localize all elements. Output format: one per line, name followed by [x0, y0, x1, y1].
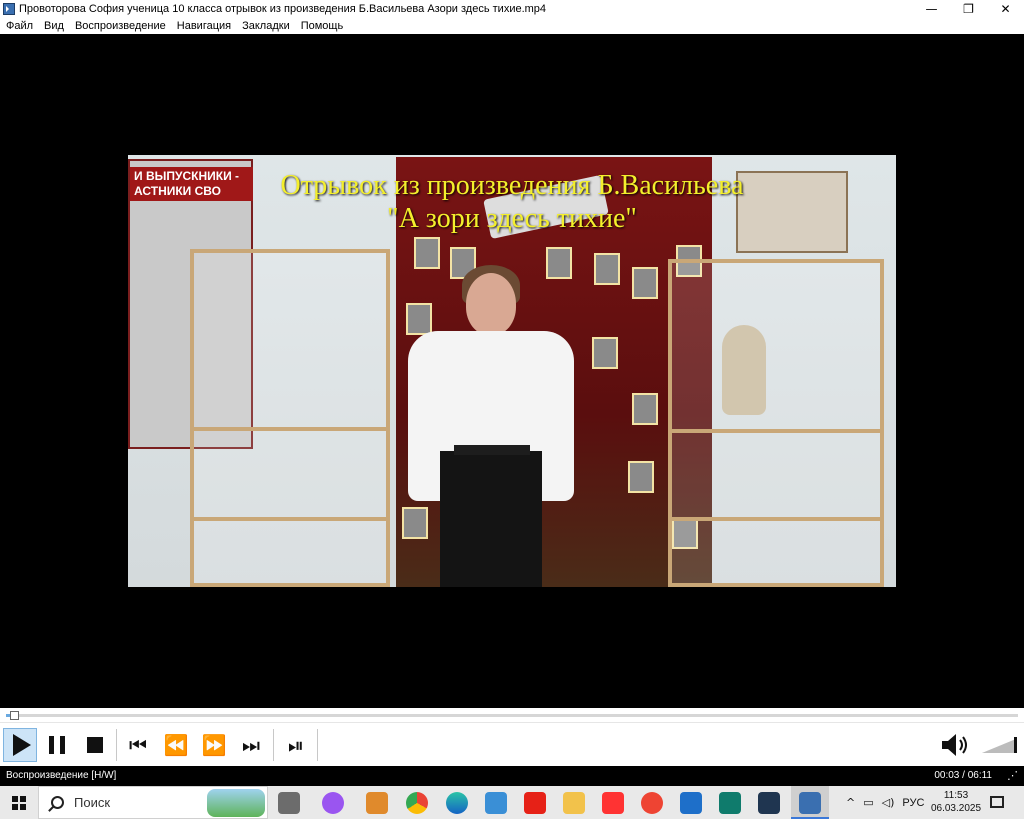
next-button[interactable]: ⏭	[234, 728, 268, 762]
video-subtitle: Отрывок из произведения Б.Васильева "А з…	[128, 169, 896, 235]
skip-back-icon: ⏮	[129, 733, 147, 757]
search-icon	[51, 796, 64, 809]
close-button[interactable]: ✕	[987, 0, 1024, 18]
menu-navigation[interactable]: Навигация	[177, 20, 231, 32]
playback-controls: ⏮ ⏪ ⏩ ⏭ ⏯	[0, 722, 1024, 766]
subtitle-line-2: "А зори здесь тихие"	[387, 203, 637, 234]
menu-view[interactable]: Вид	[44, 20, 64, 32]
playback-status: Воспроизведение [H/W]	[6, 770, 117, 781]
pause-icon	[49, 736, 65, 754]
fast-forward-button[interactable]: ⏩	[197, 728, 231, 762]
clock-date: 06.03.2025	[930, 803, 982, 814]
play-button[interactable]	[3, 728, 37, 762]
menu-playback[interactable]: Воспроизведение	[75, 20, 166, 32]
app-icon	[3, 3, 15, 15]
frame-step-icon: ⏯	[288, 733, 304, 757]
stop-icon	[87, 737, 103, 753]
volume-tray-icon[interactable]: ◁)	[882, 796, 895, 809]
bust-statue	[722, 325, 766, 415]
cabinet-shelf	[194, 427, 386, 431]
menu-bookmarks[interactable]: Закладки	[242, 20, 290, 32]
task-view-icon[interactable]	[278, 792, 300, 814]
window-controls: — ❐ ✕	[913, 0, 1024, 18]
alice-assistant-icon[interactable]	[322, 792, 344, 814]
speaker-face	[466, 273, 516, 335]
speaker-trousers	[440, 451, 542, 587]
taskbar-search[interactable]: Поиск	[38, 786, 268, 819]
rewind-button[interactable]: ⏪	[159, 728, 193, 762]
display-cabinet-left	[190, 249, 390, 587]
seek-handle[interactable]	[10, 711, 20, 720]
resize-grip-icon[interactable]: ⋰	[1007, 769, 1018, 782]
system-tray: ^ ▭ ◁) РУС	[846, 786, 924, 819]
file-explorer-icon[interactable]	[563, 792, 585, 814]
portrait	[632, 267, 658, 299]
volume-slider[interactable]	[980, 735, 1018, 755]
subtitle-line-1: Отрывок из произведения Б.Васильева	[280, 170, 744, 201]
edge-icon[interactable]	[446, 792, 468, 814]
notification-icon[interactable]	[990, 796, 1004, 808]
time-display: 00:03 / 06:11	[934, 770, 992, 781]
menu-help[interactable]: Помощь	[301, 20, 344, 32]
system-clock[interactable]: 11:53 06.03.2025	[930, 789, 982, 815]
search-placeholder: Поиск	[74, 795, 111, 810]
media-app-icon[interactable]	[366, 792, 388, 814]
yandex-browser-icon[interactable]	[641, 792, 663, 814]
video-area[interactable]: И ВЫПУСКНИКИ - АСТНИКИ СВО Отрывок из пр…	[0, 34, 1024, 708]
rewind-icon: ⏪	[163, 733, 189, 757]
menu-bar: Файл Вид Воспроизведение Навигация Закла…	[0, 18, 1024, 34]
minimize-button[interactable]: —	[913, 0, 950, 18]
fast-forward-icon: ⏩	[201, 733, 227, 757]
start-button[interactable]	[0, 786, 38, 819]
speaker-belt	[454, 445, 530, 455]
portrait	[546, 247, 572, 279]
video-editor-icon[interactable]	[758, 792, 780, 814]
status-bar: Воспроизведение [H/W] 00:03 / 06:11 ⋰	[0, 766, 1024, 786]
divider	[273, 729, 274, 761]
network-icon[interactable]: ▭	[863, 796, 873, 809]
portrait	[402, 507, 428, 539]
divider	[317, 729, 318, 761]
stop-button[interactable]	[78, 728, 112, 762]
speaker-icon[interactable]	[940, 732, 970, 758]
security-shield-icon[interactable]	[680, 792, 702, 814]
clock-time: 11:53	[943, 790, 969, 801]
cabinet-shelf	[194, 517, 386, 521]
cabinet-shelf	[672, 429, 880, 433]
language-indicator[interactable]: РУС	[902, 797, 924, 809]
portrait	[594, 253, 620, 285]
menu-file[interactable]: Файл	[6, 20, 33, 32]
cabinet-shelf	[672, 517, 880, 521]
window-title: Провоторова София ученица 10 класса отры…	[19, 3, 547, 15]
previous-button[interactable]: ⏮	[121, 728, 155, 762]
restore-button[interactable]: ❐	[950, 0, 987, 18]
portrait	[632, 393, 658, 425]
youtube-icon[interactable]	[524, 792, 546, 814]
portrait	[628, 461, 654, 493]
chrome-icon[interactable]	[406, 792, 428, 814]
portrait	[592, 337, 618, 369]
skip-forward-icon: ⏭	[242, 733, 260, 757]
yandex-music-icon[interactable]	[602, 792, 624, 814]
media-player-icon	[799, 792, 821, 814]
play-icon	[12, 734, 31, 756]
media-player-taskbar-button[interactable]	[791, 786, 829, 819]
frame-step-button[interactable]: ⏯	[279, 728, 313, 762]
portrait	[406, 303, 432, 335]
chevron-up-icon[interactable]: ^	[846, 796, 855, 809]
title-bar: Провоторова София ученица 10 класса отры…	[0, 0, 1024, 18]
seek-bar-row	[0, 708, 1024, 722]
photos-app-icon[interactable]	[485, 792, 507, 814]
pause-button[interactable]	[40, 728, 74, 762]
windows-logo-icon	[12, 795, 26, 810]
video-frame: И ВЫПУСКНИКИ - АСТНИКИ СВО Отрывок из пр…	[128, 155, 896, 587]
portrait	[414, 237, 440, 269]
divider	[116, 729, 117, 761]
seek-bar[interactable]	[6, 711, 1018, 720]
display-cabinet-right	[668, 259, 884, 587]
search-highlight-image	[207, 789, 265, 817]
publisher-icon[interactable]	[719, 792, 741, 814]
taskbar: Поиск ^ ▭ ◁) РУС 11:53 06.03.2025	[0, 786, 1024, 819]
